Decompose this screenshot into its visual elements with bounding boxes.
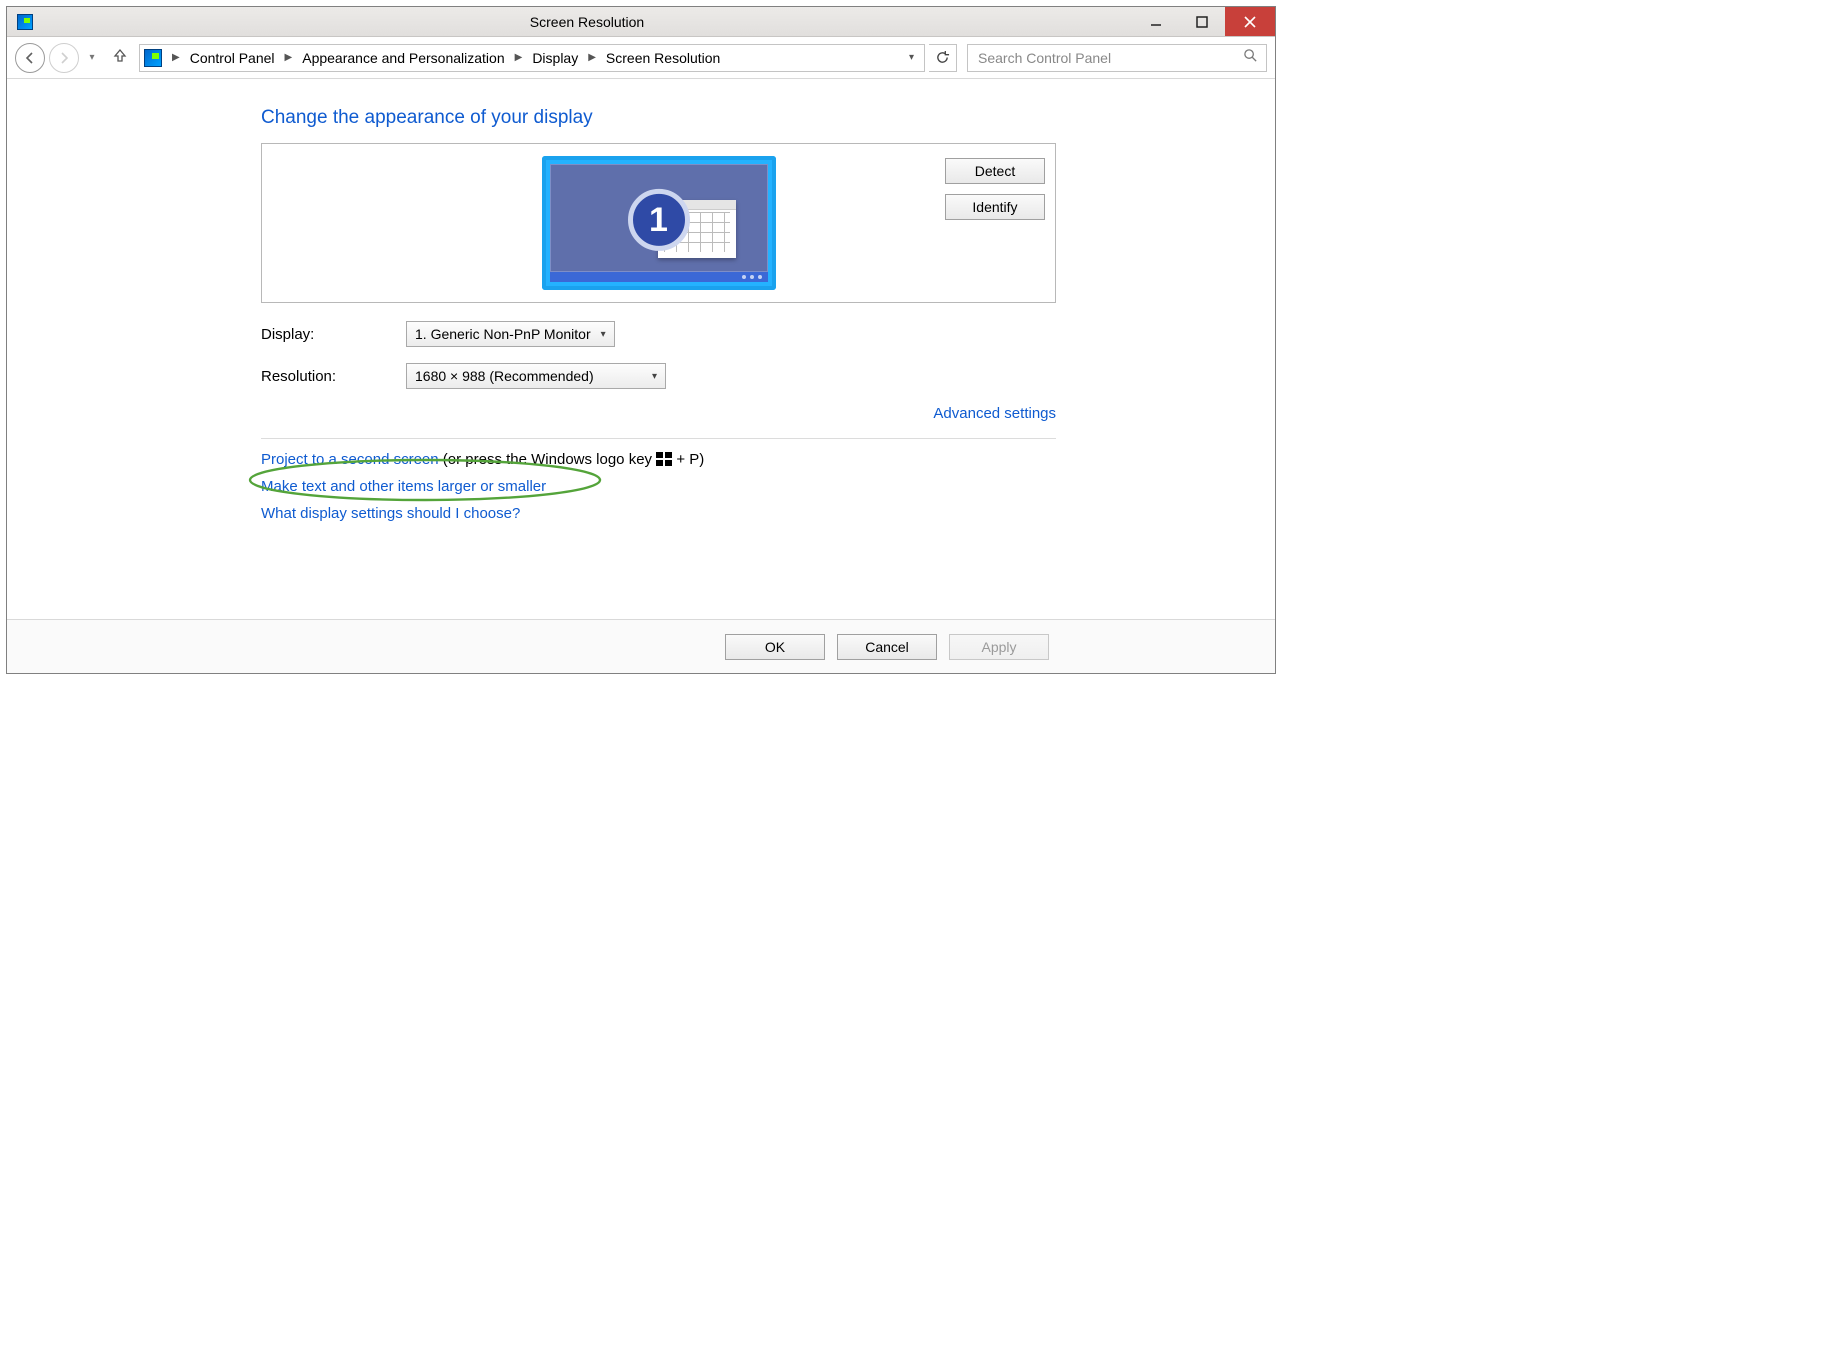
page-title: Change the appearance of your display [261, 107, 1255, 129]
apply-button[interactable]: Apply [949, 634, 1049, 660]
chevron-right-icon[interactable]: ▶ [281, 52, 297, 63]
make-text-larger-link[interactable]: Make text and other items larger or smal… [261, 478, 546, 495]
app-icon [17, 14, 33, 30]
search-box[interactable] [967, 44, 1267, 72]
resolution-select-value: 1680 × 988 (Recommended) [415, 368, 642, 384]
refresh-button[interactable] [929, 44, 957, 72]
search-input[interactable] [976, 49, 1243, 67]
minimize-button[interactable] [1133, 7, 1179, 36]
project-second-screen-link[interactable]: Project to a second screen [261, 451, 439, 468]
display-select-value: 1. Generic Non-PnP Monitor [415, 326, 591, 342]
advanced-settings-link[interactable]: Advanced settings [933, 405, 1056, 422]
chevron-down-icon: ▾ [652, 371, 657, 382]
chevron-right-icon[interactable]: ▶ [584, 52, 600, 63]
display-select[interactable]: 1. Generic Non-PnP Monitor ▾ [406, 321, 615, 347]
forward-button[interactable] [49, 43, 79, 73]
nav-row: ▾ ▶ Control Panel ▶ Appearance and Perso… [7, 37, 1275, 79]
ok-button[interactable]: OK [725, 634, 825, 660]
close-button[interactable] [1225, 7, 1275, 36]
search-icon [1243, 48, 1258, 67]
windows-logo-icon [656, 452, 672, 466]
breadcrumb-screen-resolution[interactable]: Screen Resolution [602, 50, 724, 66]
control-panel-icon [144, 49, 162, 67]
resolution-select[interactable]: 1680 × 988 (Recommended) ▾ [406, 363, 666, 389]
monitor-number-badge: 1 [628, 189, 690, 251]
project-suffix-b: + P) [672, 451, 704, 468]
window-title: Screen Resolution [41, 14, 1133, 30]
window-controls [1133, 7, 1275, 36]
display-label: Display: [261, 326, 406, 343]
up-button[interactable] [109, 47, 131, 68]
resolution-label: Resolution: [261, 368, 406, 385]
chevron-down-icon: ▾ [601, 329, 606, 340]
breadcrumb-appearance[interactable]: Appearance and Personalization [298, 50, 508, 66]
identify-button[interactable]: Identify [945, 194, 1045, 220]
monitor-thumbnail[interactable]: 1 [542, 156, 776, 290]
titlebar: Screen Resolution [7, 7, 1275, 37]
cancel-button[interactable]: Cancel [837, 634, 937, 660]
address-bar[interactable]: ▶ Control Panel ▶ Appearance and Persona… [139, 44, 925, 72]
back-button[interactable] [15, 43, 45, 73]
detect-button[interactable]: Detect [945, 158, 1045, 184]
chevron-right-icon[interactable]: ▶ [511, 52, 527, 63]
recent-locations-dropdown[interactable]: ▾ [83, 52, 101, 63]
display-preview-area[interactable]: 1 Detect Identify [261, 143, 1056, 303]
breadcrumb-display[interactable]: Display [528, 50, 582, 66]
chevron-right-icon[interactable]: ▶ [168, 52, 184, 63]
content-area: Change the appearance of your display 1 … [7, 79, 1275, 619]
maximize-button[interactable] [1179, 7, 1225, 36]
button-bar: OK Cancel Apply [7, 619, 1275, 673]
divider [261, 438, 1056, 439]
project-suffix-a: (or press the Windows logo key [439, 451, 657, 468]
display-help-link[interactable]: What display settings should I choose? [261, 505, 520, 522]
address-history-dropdown[interactable]: ▾ [903, 52, 920, 63]
breadcrumb-control-panel[interactable]: Control Panel [186, 50, 279, 66]
screen-resolution-window: Screen Resolution ▾ ▶ Control P [6, 6, 1276, 674]
project-second-screen-line: Project to a second screen (or press the… [261, 451, 1255, 468]
